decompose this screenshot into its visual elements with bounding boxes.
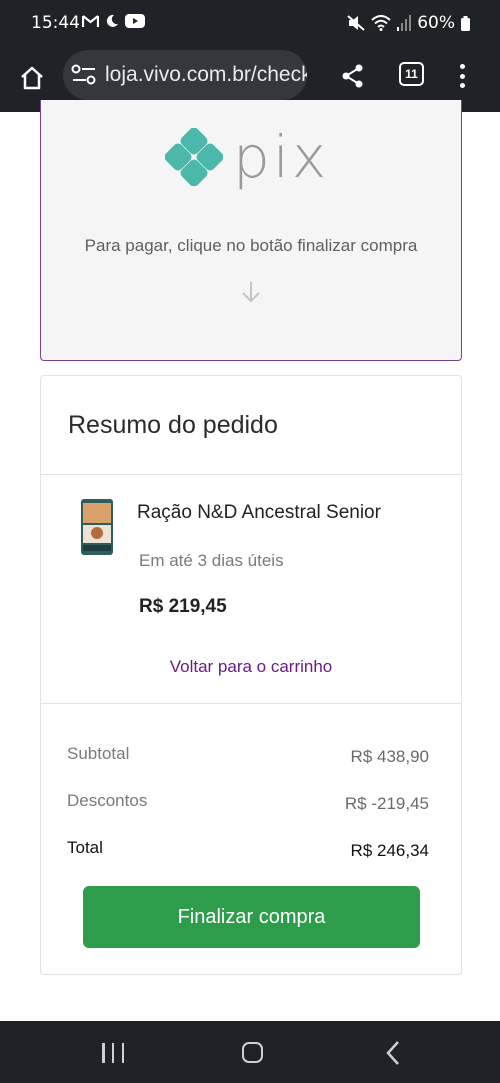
divider (41, 474, 461, 475)
pix-wordmark: pix (233, 123, 330, 191)
tab-count: 11 (405, 67, 418, 81)
battery-icon (461, 15, 470, 31)
site-settings-icon[interactable] (71, 64, 97, 86)
recent-apps-button[interactable] (102, 1043, 124, 1063)
home-icon (21, 66, 43, 90)
discount-value: R$ -219,45 (344, 794, 429, 813)
menu-dot (459, 73, 465, 79)
pix-instruction: Para pagar, clique no botão finalizar co… (84, 236, 418, 255)
product-image (81, 499, 113, 555)
back-to-cart-link[interactable]: Voltar para o carrinho (41, 657, 461, 677)
share-icon[interactable] (338, 62, 368, 92)
url-bar[interactable]: loja.vivo.com.br/checkout (63, 50, 307, 100)
battery-percent: 60% (417, 13, 455, 33)
delivery-estimate: Em até 3 dias úteis (139, 551, 284, 570)
status-time: 15:44 (31, 13, 80, 33)
finalize-purchase-button[interactable]: Finalizar compra (83, 886, 420, 948)
subtotal-value: R$ 438,90 (350, 747, 429, 766)
url-text[interactable]: loja.vivo.com.br/checkout (105, 63, 307, 87)
youtube-icon (125, 14, 145, 28)
divider (41, 703, 461, 704)
recent-apps-icon (111, 1043, 115, 1063)
recent-apps-icon (102, 1043, 105, 1063)
status-left-icons (82, 14, 145, 28)
total-value: R$ 246,34 (350, 841, 429, 860)
gmail-icon (82, 15, 99, 27)
product-price: R$ 219,45 (139, 596, 227, 617)
moon-icon (106, 14, 118, 27)
status-right: 60% (347, 13, 470, 33)
back-icon[interactable] (385, 1040, 401, 1066)
total-label: Total (67, 838, 103, 857)
recent-apps-icon (121, 1043, 124, 1063)
menu-dot (459, 64, 465, 69)
arrow-down-icon (242, 282, 260, 303)
discount-label: Descontos (67, 791, 148, 810)
pix-symbol-icon (165, 128, 223, 186)
tab-switcher-button[interactable]: 11 (399, 62, 424, 86)
wifi-icon (371, 15, 391, 31)
pix-payment-card: pix Para pagar, clique no botão finaliza… (40, 100, 462, 361)
status-bar: 15:44 60% (0, 0, 500, 48)
mute-icon (347, 15, 365, 31)
home-nav-button[interactable] (242, 1042, 263, 1063)
menu-dot (459, 83, 465, 88)
browser-menu-button[interactable] (452, 62, 472, 90)
summary-title: Resumo do pedido (68, 411, 278, 439)
signal-icon (397, 15, 412, 31)
subtotal-label: Subtotal (67, 744, 130, 763)
product-name: Ração N&D Ancestral Senior (137, 502, 381, 523)
home-button[interactable] (14, 60, 50, 96)
system-nav-bar (0, 1021, 500, 1083)
pix-logo: pix (165, 128, 329, 186)
order-summary-card: Resumo do pedido Ração N&D Ancestral Sen… (40, 375, 462, 975)
